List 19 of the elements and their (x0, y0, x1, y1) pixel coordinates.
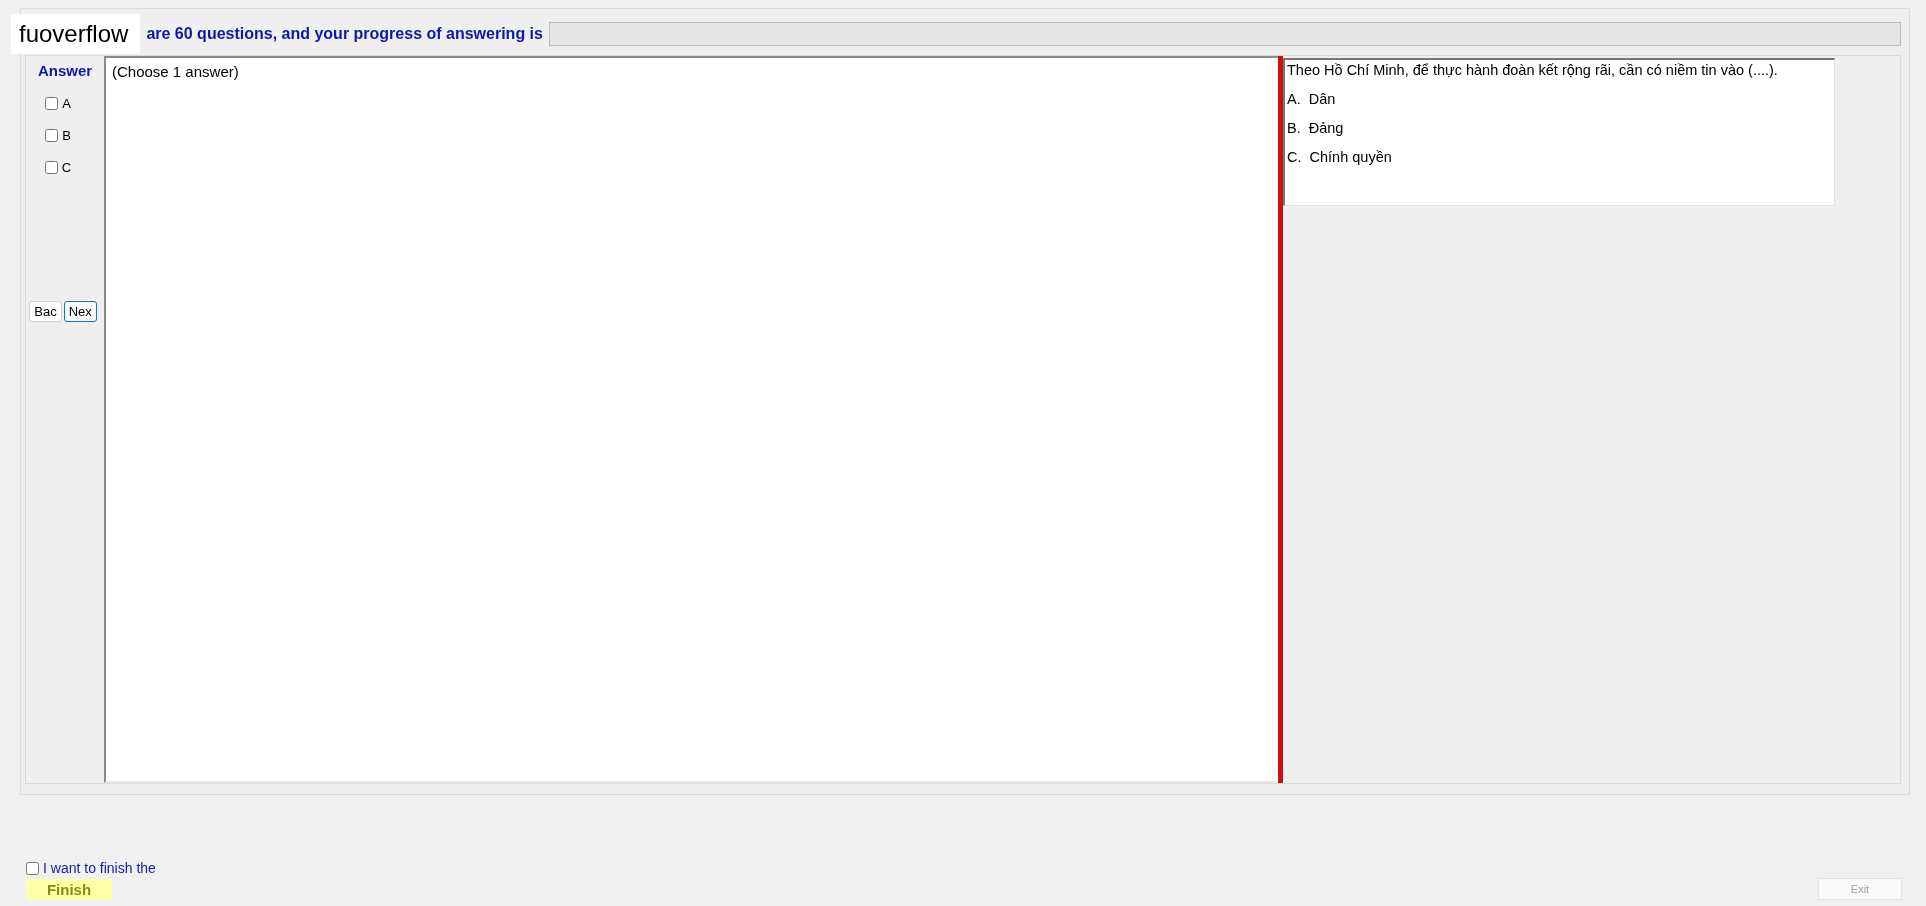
next-button[interactable]: Nex (63, 301, 97, 322)
option-label: B (62, 127, 71, 143)
answer-checkbox[interactable] (44, 160, 58, 174)
choice-text: B. Đảng (1287, 120, 1345, 136)
finish-checkbox[interactable] (26, 861, 39, 875)
question-text: Theo Hồ Chí Minh, để thực hành đoàn kết rộng rãi, cần có niềm tin vào (....). (1287, 62, 1779, 78)
finish-button[interactable]: Finish (26, 878, 112, 900)
answer-instruction: (Choose 1 answer) (112, 63, 240, 80)
choice-text: A. Dân (1287, 91, 1337, 107)
logo-text: fuoverflow (11, 14, 141, 54)
answer-checkbox[interactable] (45, 96, 59, 110)
option-label: A (62, 95, 71, 111)
option-label: C (61, 159, 72, 175)
finish-confirm-label: I want to finish the (43, 860, 156, 876)
choice-text: C. Chính quyền (1287, 149, 1393, 165)
progress-caption: are 60 questions, and your progress of answering is (146, 25, 543, 43)
answer-heading: Answer (37, 62, 93, 79)
answer-checkbox[interactable] (45, 128, 59, 142)
back-button[interactable]: Bac (29, 301, 62, 322)
